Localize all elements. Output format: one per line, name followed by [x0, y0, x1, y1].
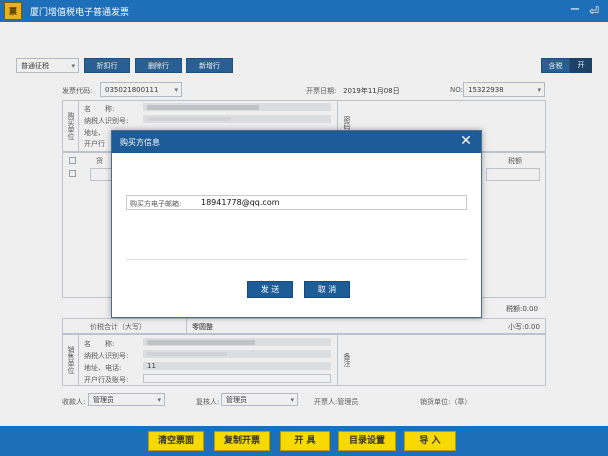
buyer-email-input[interactable] — [201, 197, 463, 208]
buyer-email-field: 购买方电子邮箱: — [126, 195, 467, 210]
catalog-settings-button[interactable]: 目录设置 — [338, 431, 396, 451]
dialog-divider — [126, 259, 467, 260]
close-icon[interactable]: ✕ — [458, 133, 474, 149]
import-button[interactable]: 导 入 — [404, 431, 456, 451]
issue-invoice-button[interactable]: 开 具 — [280, 431, 330, 451]
minimize-icon[interactable]: − — [568, 3, 582, 18]
clear-form-button[interactable]: 清空票面 — [148, 431, 204, 451]
app-logo-icon: 票 — [4, 2, 22, 20]
buyer-info-dialog: 购买方信息 ✕ 购买方电子邮箱: 发 送 取 消 — [111, 130, 482, 318]
buyer-email-label: 购买方电子邮箱: — [130, 200, 182, 208]
dialog-header: 购买方信息 ✕ — [112, 131, 481, 153]
app-title: 厦门增值税电子普通发票 — [30, 8, 130, 18]
exit-icon[interactable]: ⏎ — [586, 4, 602, 18]
copy-invoice-button[interactable]: 复制开票 — [214, 431, 270, 451]
bottom-action-bar: 清空票面 复制开票 开 具 目录设置 导 入 — [0, 426, 608, 456]
dialog-title: 购买方信息 — [120, 138, 160, 147]
send-button[interactable]: 发 送 — [247, 281, 293, 298]
cancel-button[interactable]: 取 消 — [304, 281, 350, 298]
title-bar: 票 厦门增值税电子普通发票 − ⏎ — [0, 0, 608, 22]
